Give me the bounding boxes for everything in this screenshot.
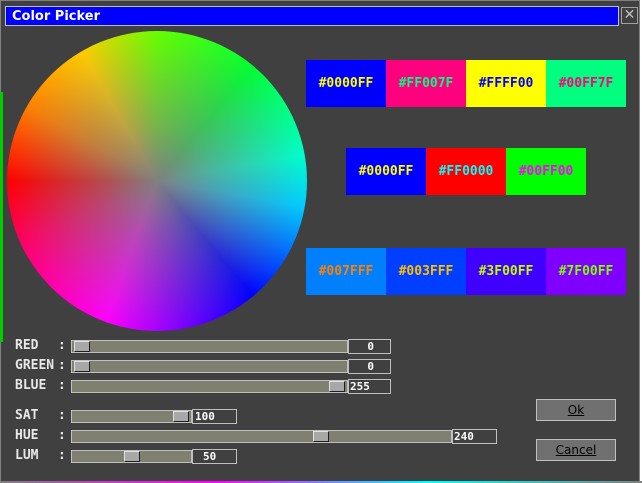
red-label: RED xyxy=(15,338,39,353)
colon: : xyxy=(58,408,66,423)
swatch-row2-1[interactable]: #0000FF xyxy=(346,148,426,195)
green-label: GREEN xyxy=(15,358,55,373)
colon: : xyxy=(58,428,66,443)
colon: : xyxy=(58,358,66,373)
green-slider[interactable] xyxy=(71,360,348,373)
green-value[interactable]: 0 xyxy=(348,359,391,374)
slider-thumb[interactable] xyxy=(74,361,90,372)
lum-slider[interactable] xyxy=(71,450,192,463)
swatch-row1-3[interactable]: #FFFF00 xyxy=(466,60,546,107)
lum-value[interactable]: 50 xyxy=(192,449,237,464)
title-bar: Color Picker xyxy=(5,6,619,26)
sat-value[interactable]: 100 xyxy=(192,409,237,424)
swatch-row1-4[interactable]: #00FF7F xyxy=(546,60,626,107)
slider-thumb[interactable] xyxy=(329,381,345,392)
close-icon[interactable]: ✕ xyxy=(621,7,638,24)
slider-thumb[interactable] xyxy=(74,341,90,352)
swatch-row1-2[interactable]: #FF007F xyxy=(386,60,466,107)
background-edge xyxy=(0,92,3,342)
swatch-label: #007FFF xyxy=(318,264,374,279)
blue-value[interactable]: 255 xyxy=(348,379,391,394)
swatch-label: #FF007F xyxy=(398,76,454,91)
cancel-button[interactable]: Cancel xyxy=(536,439,616,461)
lum-label: LUM xyxy=(15,448,39,463)
swatch-row3-4[interactable]: #7F00FF xyxy=(546,248,626,295)
swatch-row3-3[interactable]: #3F00FF xyxy=(466,248,546,295)
blue-label: BLUE xyxy=(15,378,47,393)
color-picker-window: Color Picker ✕ #0000FF #FF007F #FFFF00 #… xyxy=(0,0,640,482)
swatch-row3-2[interactable]: #003FFF xyxy=(386,248,466,295)
blue-slider[interactable] xyxy=(71,380,348,393)
slider-thumb[interactable] xyxy=(173,411,189,422)
swatch-row3-1[interactable]: #007FFF xyxy=(306,248,386,295)
colon: : xyxy=(58,338,66,353)
red-value[interactable]: 0 xyxy=(348,339,391,354)
red-slider[interactable] xyxy=(71,340,348,353)
swatch-label: #003FFF xyxy=(398,264,454,279)
swatch-label: #0000FF xyxy=(358,164,414,179)
swatch-label: #3F00FF xyxy=(478,264,534,279)
ok-label: Ok xyxy=(567,403,585,417)
swatch-label: #7F00FF xyxy=(558,264,614,279)
sat-label: SAT xyxy=(15,408,39,423)
window-title: Color Picker xyxy=(12,9,101,24)
swatch-row1-1[interactable]: #0000FF xyxy=(306,60,386,107)
swatch-label: #00FF7F xyxy=(558,76,614,91)
swatch-row2-3[interactable]: #00FF00 xyxy=(506,148,586,195)
hue-value[interactable]: 240 xyxy=(452,429,497,444)
ok-button[interactable]: Ok xyxy=(536,399,616,421)
colon: : xyxy=(58,378,66,393)
color-wheel[interactable] xyxy=(7,31,307,331)
hue-label: HUE xyxy=(15,428,39,443)
colon: : xyxy=(58,448,66,463)
swatch-label: #FF0000 xyxy=(438,164,494,179)
swatch-label: #00FF00 xyxy=(518,164,574,179)
sat-slider[interactable] xyxy=(71,410,192,423)
slider-thumb[interactable] xyxy=(123,451,140,462)
slider-thumb[interactable] xyxy=(313,431,330,442)
swatch-label: #FFFF00 xyxy=(478,76,534,91)
swatch-row2-2[interactable]: #FF0000 xyxy=(426,148,506,195)
hue-slider[interactable] xyxy=(71,430,452,443)
swatch-label: #0000FF xyxy=(318,76,374,91)
cancel-label: Cancel xyxy=(555,443,597,457)
